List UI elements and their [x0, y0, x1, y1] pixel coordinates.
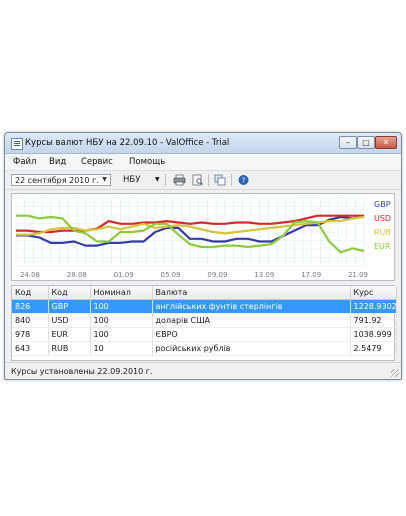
- table-header-row: Код Код Номинал Валюта Курс: [12, 286, 397, 300]
- printer-icon[interactable]: [173, 174, 186, 186]
- toolbar-separator: [208, 174, 209, 186]
- column-header-rate[interactable]: Курс: [350, 286, 397, 300]
- menu-service[interactable]: Сервис: [81, 157, 113, 167]
- cell-currency: ЄВРО: [152, 327, 351, 342]
- toolbar-separator: [165, 174, 166, 186]
- cell-currency: англійських фунтів стерлінгів: [152, 299, 351, 314]
- x-tick-label: 01.09: [114, 271, 134, 279]
- cell-num-code: 643: [12, 341, 49, 356]
- chevron-down-icon[interactable]: ▼: [100, 176, 109, 184]
- cell-code: GBP: [48, 299, 91, 314]
- cell-num-code: 840: [12, 313, 49, 328]
- cell-num-code: 978: [12, 327, 49, 342]
- print-preview-icon[interactable]: [191, 174, 204, 186]
- legend-label-rub: RUB: [374, 228, 391, 237]
- column-header-code[interactable]: Код: [48, 286, 91, 300]
- bank-chevron-down-icon[interactable]: ▼: [155, 176, 160, 183]
- legend-label-usd: USD: [374, 214, 391, 223]
- cell-num-code: 826: [12, 299, 49, 314]
- cell-currency: російських рублів: [152, 341, 351, 356]
- date-picker[interactable]: 22 сентября 2010 г. ▼: [11, 174, 111, 186]
- rates-chart: 24.08 28.08 01.09 05.09 09.09 13.09 17.09 21.09…: [11, 193, 395, 281]
- toolbar-separator: [231, 174, 232, 186]
- cell-code: RUB: [48, 341, 91, 356]
- rates-chart-svg: 24.08 28.08 01.09 05.09 09.09 13.09 17.09 21.09…: [15, 197, 391, 279]
- menu-bar: Файл Вид Сервис Помощь: [5, 154, 401, 171]
- cell-rate: 1038.999: [350, 327, 397, 342]
- column-header-num-code[interactable]: Код: [12, 286, 49, 300]
- app-icon: [11, 138, 23, 150]
- window-title: Курсы валют НБУ на 22.09.10 - ValOffice …: [25, 138, 230, 148]
- x-tick-label: 09.09: [207, 271, 227, 279]
- menu-file[interactable]: Файл: [13, 157, 36, 167]
- table-row[interactable]: 978 EUR 100 ЄВРО 1038.999: [12, 327, 397, 342]
- legend-label-gbp: GBP: [374, 200, 391, 209]
- resize-grip-icon[interactable]: [391, 369, 399, 377]
- cell-code: EUR: [48, 327, 91, 342]
- help-icon[interactable]: ?: [237, 174, 250, 186]
- cell-nominal: 100: [90, 299, 153, 314]
- status-text: Курсы установлены 22.09.2010 г.: [11, 367, 153, 376]
- table-row[interactable]: 826 GBP 100 англійських фунтів стерлінгі…: [12, 299, 397, 314]
- cell-rate: 1228.9302: [350, 299, 397, 314]
- cell-currency: доларів США: [152, 313, 351, 328]
- bank-select[interactable]: НБУ: [123, 175, 140, 185]
- x-tick-label: 13.09: [254, 271, 274, 279]
- x-tick-label: 17.09: [301, 271, 321, 279]
- minimize-button[interactable]: –: [339, 136, 357, 149]
- table-row[interactable]: 840 USD 100 доларів США 791.92: [12, 313, 397, 328]
- rates-table: Код Код Номинал Валюта Курс 826 GBP 100 …: [11, 285, 397, 361]
- copy-icon[interactable]: [214, 174, 227, 186]
- legend-label-eur: EUR: [374, 242, 391, 251]
- valoffice-window: Курсы валют НБУ на 22.09.10 - ValOffice …: [4, 132, 402, 380]
- column-header-nominal[interactable]: Номинал: [90, 286, 153, 300]
- x-tick-label: 28.08: [67, 271, 87, 279]
- menu-view[interactable]: Вид: [49, 157, 66, 167]
- cell-rate: 2.5479: [350, 341, 397, 356]
- svg-text:?: ?: [242, 177, 246, 185]
- close-button[interactable]: ✕: [375, 136, 397, 149]
- cell-rate: 791.92: [350, 313, 397, 328]
- column-header-currency[interactable]: Валюта: [152, 286, 351, 300]
- title-bar[interactable]: Курсы валют НБУ на 22.09.10 - ValOffice …: [5, 133, 401, 154]
- x-tick-label: 05.09: [161, 271, 181, 279]
- cell-code: USD: [48, 313, 91, 328]
- date-value: 22 сентября 2010 г.: [15, 176, 99, 185]
- table-row[interactable]: 643 RUB 10 російських рублів 2.5479: [12, 341, 397, 356]
- status-bar: Курсы установлены 22.09.2010 г.: [5, 362, 401, 379]
- cell-nominal: 100: [90, 327, 153, 342]
- cell-nominal: 100: [90, 313, 153, 328]
- x-tick-label: 21.09: [348, 271, 368, 279]
- toolbar: 22 сентября 2010 г. ▼ НБУ ▼ ?: [5, 171, 401, 190]
- x-tick-label: 24.08: [20, 271, 40, 279]
- menu-help[interactable]: Помощь: [129, 157, 165, 167]
- maximize-button[interactable]: □: [357, 136, 375, 149]
- cell-nominal: 10: [90, 341, 153, 356]
